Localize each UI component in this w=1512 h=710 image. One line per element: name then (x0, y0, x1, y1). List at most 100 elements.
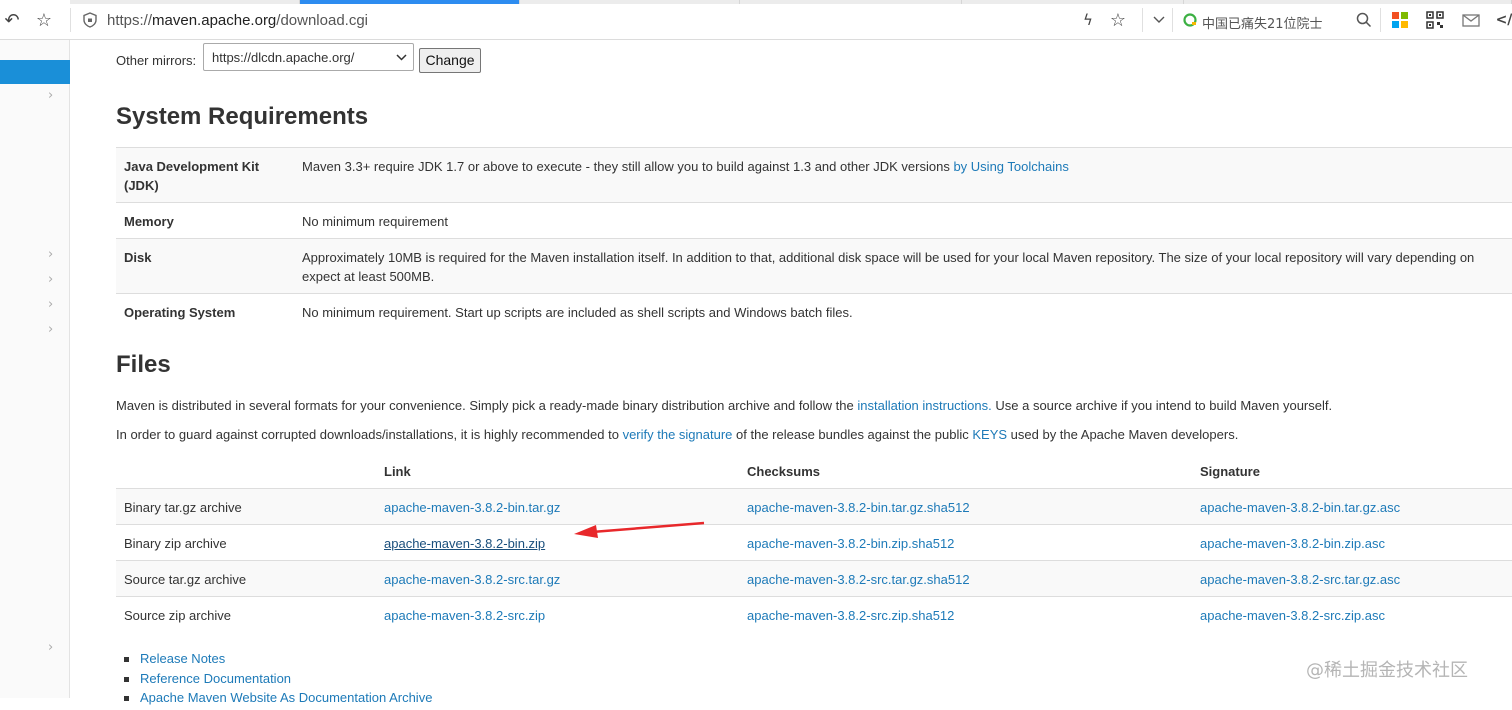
list-item: Release Notes (124, 651, 432, 671)
toolchains-link[interactable]: by Using Toolchains (953, 159, 1068, 174)
divider (1142, 8, 1143, 32)
address-bar[interactable]: https://maven.apache.org/download.cgi (107, 12, 368, 29)
installation-instructions-link[interactable]: installation instructions. (857, 398, 991, 413)
checksum-link[interactable]: apache-maven-3.8.2-src.zip.sha512 (747, 608, 954, 623)
lightning-icon[interactable]: ϟ (1078, 10, 1098, 30)
download-link[interactable]: apache-maven-3.8.2-bin.zip (384, 536, 545, 551)
release-notes-link[interactable]: Release Notes (140, 651, 225, 666)
devtools-icon[interactable]: </ (1494, 10, 1512, 30)
req-value: Maven 3.3+ require JDK 1.7 or above to e… (302, 157, 1069, 176)
shield-icon[interactable] (80, 10, 100, 30)
sidebar-item-active[interactable] (0, 60, 70, 84)
chevron-right-icon[interactable]: › (48, 248, 60, 261)
column-header-signature: Signature (1200, 464, 1260, 479)
mirror-select-value: https://dlcdn.apache.org/ (212, 50, 355, 65)
chevron-right-icon[interactable]: › (48, 641, 60, 654)
mail-icon[interactable] (1461, 10, 1481, 30)
tab-active[interactable] (300, 0, 520, 4)
bookmark-star-icon[interactable]: ☆ (1108, 10, 1128, 31)
keys-link[interactable]: KEYS (972, 427, 1007, 442)
tab-strip (70, 0, 1512, 4)
url-prefix: https:// (107, 12, 153, 29)
para-text: Maven is distributed in several formats … (116, 398, 858, 413)
search-icon[interactable] (1354, 10, 1374, 30)
table-row: Source zip archive apache-maven-3.8.2-sr… (116, 596, 1512, 632)
chevron-right-icon[interactable]: › (48, 323, 60, 336)
watermark: @稀土掘金技术社区 (1306, 660, 1468, 681)
req-value: No minimum requirement. Start up scripts… (302, 305, 853, 320)
tab[interactable] (962, 0, 1184, 4)
docs-list: Release Notes Reference Documentation Ap… (124, 651, 432, 710)
section-heading-files: Files (116, 351, 171, 378)
search-engine-icon (1180, 10, 1200, 30)
download-link[interactable]: apache-maven-3.8.2-src.zip (384, 608, 545, 623)
req-value: Approximately 10MB is required for the M… (302, 248, 1474, 286)
column-header-checksums: Checksums (747, 464, 820, 479)
checksum-link[interactable]: apache-maven-3.8.2-bin.zip.sha512 (747, 536, 954, 551)
req-key: Disk (124, 250, 152, 265)
column-header-link: Link (384, 464, 411, 479)
req-key-line: (JDK) (124, 178, 159, 193)
archive-label: Source zip archive (124, 608, 231, 623)
list-item: Apache Maven Website As Documentation Ar… (124, 690, 432, 710)
qr-code-icon[interactable] (1425, 10, 1445, 30)
para-text: used by the Apache Maven developers. (1007, 427, 1239, 442)
star-icon[interactable]: ☆ (34, 10, 54, 31)
section-heading-system-requirements: System Requirements (116, 103, 369, 130)
checksum-link[interactable]: apache-maven-3.8.2-bin.tar.gz.sha512 (747, 500, 970, 515)
search-input[interactable]: 中国已痛失21位院士 (1202, 13, 1323, 32)
table-row: Source tar.gz archive apache-maven-3.8.2… (116, 560, 1512, 596)
divider (1380, 8, 1381, 32)
req-key: Memory (124, 214, 174, 229)
url-path: /download.cgi (276, 12, 369, 29)
chevron-down-icon[interactable] (1149, 10, 1169, 30)
reference-docs-link[interactable]: Reference Documentation (140, 671, 291, 686)
files-verify-paragraph: In order to guard against corrupted down… (116, 427, 1238, 442)
url-host: maven.apache.org (152, 12, 277, 29)
mirrors-label: Other mirrors: (116, 53, 197, 68)
mirror-select[interactable]: https://dlcdn.apache.org/ (203, 43, 414, 71)
tab[interactable] (520, 0, 740, 4)
tab[interactable] (1184, 0, 1512, 4)
list-item: Reference Documentation (124, 671, 432, 691)
chevron-right-icon[interactable]: › (48, 273, 60, 286)
req-value-line: expect at least 500MB. (302, 269, 435, 284)
archive-label: Binary tar.gz archive (124, 500, 242, 515)
page-content: Other mirrors: https://dlcdn.apache.org/… (70, 40, 1512, 705)
tab[interactable] (70, 0, 300, 4)
req-key: Operating System (124, 305, 236, 320)
signature-link[interactable]: apache-maven-3.8.2-bin.zip.asc (1200, 536, 1385, 551)
archive-label: Source tar.gz archive (124, 572, 247, 587)
para-text: Use a source archive if you intend to bu… (991, 398, 1333, 413)
tab[interactable] (740, 0, 962, 4)
chevron-right-icon[interactable]: › (48, 89, 60, 102)
signature-link[interactable]: apache-maven-3.8.2-bin.tar.gz.asc (1200, 500, 1400, 515)
undo-icon[interactable]: ↶ (2, 10, 22, 31)
download-link[interactable]: apache-maven-3.8.2-src.tar.gz (384, 572, 560, 587)
apps-icon[interactable] (1390, 10, 1410, 30)
chevron-right-icon[interactable]: › (48, 298, 60, 311)
table-row: Binary zip archive apache-maven-3.8.2-bi… (116, 524, 1512, 560)
table-row: Disk Approximately 10MB is required for … (116, 238, 1512, 293)
req-value-line: Approximately 10MB is required for the M… (302, 250, 1475, 265)
table-row: Java Development Kit (JDK) Maven 3.3+ re… (116, 147, 1512, 202)
divider (70, 8, 71, 32)
table-row: Operating System No minimum requirement.… (116, 293, 1512, 329)
sidebar: › › › › › › (0, 40, 70, 698)
change-mirror-button[interactable]: Change (419, 48, 481, 73)
para-text: In order to guard against corrupted down… (116, 427, 623, 442)
table-row: Memory No minimum requirement (116, 202, 1512, 238)
checksum-link[interactable]: apache-maven-3.8.2-src.tar.gz.sha512 (747, 572, 970, 587)
verify-signature-link[interactable]: verify the signature (623, 427, 733, 442)
download-link[interactable]: apache-maven-3.8.2-bin.tar.gz (384, 500, 560, 515)
chevron-down-icon (396, 50, 407, 64)
signature-link[interactable]: apache-maven-3.8.2-src.tar.gz.asc (1200, 572, 1400, 587)
divider (1172, 8, 1173, 32)
req-key: Java Development Kit (JDK) (124, 157, 259, 195)
files-intro-paragraph: Maven is distributed in several formats … (116, 398, 1332, 413)
annotation-arrow (574, 521, 705, 538)
signature-link[interactable]: apache-maven-3.8.2-src.zip.asc (1200, 608, 1385, 623)
para-text: of the release bundles against the publi… (732, 427, 973, 442)
req-value: No minimum requirement (302, 214, 448, 229)
browser-toolbar: ↶ ☆ https://maven.apache.org/download.cg… (0, 0, 1512, 40)
